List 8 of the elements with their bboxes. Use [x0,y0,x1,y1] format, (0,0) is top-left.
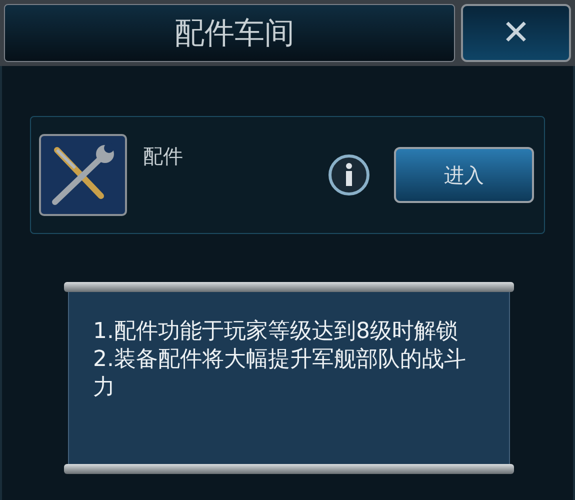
note-text: 1.配件功能于玩家等级达到8级时解锁 [93,318,459,346]
info-icon[interactable] [328,154,370,196]
wrench-screwdriver-icon [39,134,127,216]
window-title: 配件车间 [174,14,294,52]
feature-label: 配件 [143,143,183,170]
close-button[interactable]: ✕ [461,4,571,62]
enter-button[interactable]: 进入 [394,147,534,203]
note-text: 2.装备配件将大幅提升军舰部队的战斗力 [93,346,467,402]
